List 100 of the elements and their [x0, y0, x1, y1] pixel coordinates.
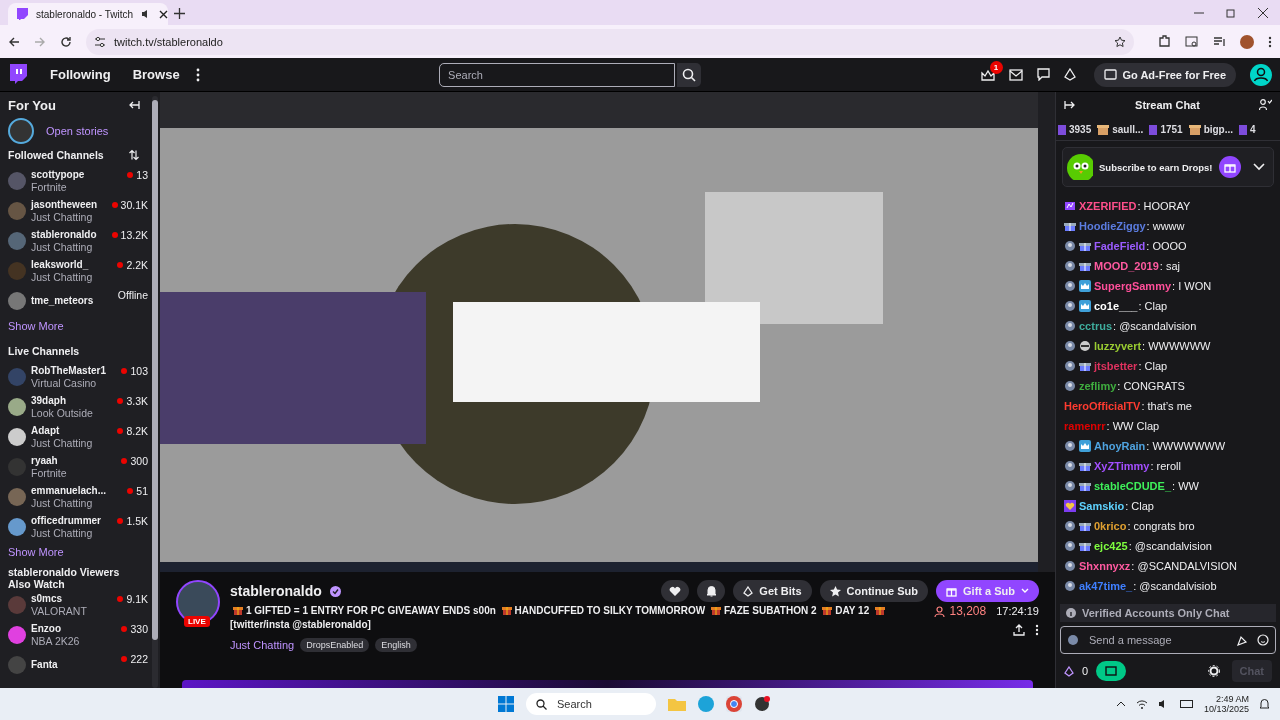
media-icon[interactable]: [1213, 35, 1226, 48]
nav-link[interactable]: Browse: [132, 67, 180, 82]
close-icon[interactable]: [1258, 7, 1268, 18]
channel-name[interactable]: officedrummer: [31, 515, 101, 527]
chat-username[interactable]: MOOD_2019: [1094, 260, 1159, 272]
channel-name[interactable]: emmanuelach...: [31, 485, 107, 497]
streamer-name[interactable]: stableronaldo: [230, 583, 322, 599]
leaderboard-name[interactable]: bigp...: [1203, 123, 1234, 135]
tag-chip[interactable]: English: [375, 638, 417, 652]
chevron-down-icon[interactable]: [1252, 163, 1265, 171]
twitch-logo-icon[interactable]: [8, 63, 28, 86]
notifications-button[interactable]: [697, 580, 726, 602]
wifi-icon[interactable]: [1135, 699, 1148, 709]
sort-icon[interactable]: [128, 149, 140, 161]
open-stories-link[interactable]: Open stories: [46, 125, 109, 137]
inbox-icon[interactable]: [1008, 68, 1023, 81]
chat-username[interactable]: ramenrr: [1064, 420, 1106, 432]
ad-free-button[interactable]: Go Ad-Free for Free: [1093, 62, 1236, 87]
back-icon[interactable]: [8, 35, 20, 48]
new-tab-icon[interactable]: [174, 8, 185, 19]
channel-name[interactable]: s0mcs: [31, 593, 63, 605]
channel-avatar[interactable]: [8, 518, 26, 536]
channel-name[interactable]: scottypope: [31, 169, 85, 181]
bits-icon[interactable]: [1063, 68, 1076, 81]
extensions-icon[interactable]: [1158, 35, 1171, 48]
continue-sub-button[interactable]: Continue Sub: [819, 580, 929, 602]
chat-username[interactable]: HoodieZiggy: [1079, 220, 1146, 232]
channel-name[interactable]: tme_meteors: [31, 295, 94, 307]
chat-input-bar[interactable]: Send a message: [1060, 626, 1276, 654]
more-icon[interactable]: [1268, 35, 1272, 48]
show-more-link[interactable]: Show More: [8, 542, 150, 562]
more-icon[interactable]: [195, 67, 200, 82]
channel-name[interactable]: stableronaldo: [31, 229, 97, 241]
chat-username[interactable]: ejc425: [1094, 540, 1128, 552]
chat-username[interactable]: co1e___: [1094, 300, 1138, 312]
channel-name[interactable]: RobTheMaster1: [31, 365, 106, 377]
nav-link[interactable]: Following: [50, 67, 111, 82]
channel-name[interactable]: Enzoo: [31, 623, 61, 635]
settings-icon[interactable]: [1207, 665, 1220, 677]
chat-username[interactable]: FadeField: [1094, 240, 1146, 252]
drops-banner[interactable]: Subscribe to earn Drops!: [1062, 147, 1274, 187]
collapse-icon[interactable]: [128, 100, 140, 110]
emoji-icon[interactable]: [1257, 634, 1269, 646]
chat-bubble-icon[interactable]: [1036, 68, 1050, 81]
browser-tab[interactable]: stableronaldo - Twitch: [8, 3, 168, 25]
chat-username[interactable]: XyZTimmy: [1094, 460, 1150, 472]
chat-username[interactable]: cctrus: [1079, 320, 1113, 332]
profile-avatar[interactable]: [1240, 34, 1254, 49]
chat-username[interactable]: AhoyRain: [1094, 440, 1146, 452]
story-avatar[interactable]: [8, 118, 34, 144]
chrome-icon[interactable]: [726, 696, 742, 712]
channel-name[interactable]: jasontheween: [31, 199, 98, 211]
chat-username[interactable]: 0krico: [1094, 520, 1127, 532]
leaderboard-name[interactable]: saull...: [1112, 123, 1144, 135]
more-icon[interactable]: [1035, 624, 1039, 636]
channel-name[interactable]: leaksworld_: [31, 259, 89, 271]
chat-username[interactable]: luzzyvert: [1094, 340, 1142, 352]
search-field[interactable]: Search: [439, 62, 676, 87]
crown-icon[interactable]: [980, 68, 995, 81]
channel-name[interactable]: Adapt: [31, 425, 60, 437]
taskbar-search-bar[interactable]: Search: [526, 693, 656, 715]
taskbar-search[interactable]: Search: [555, 697, 639, 711]
chat-username[interactable]: HeroOfficialTV: [1064, 400, 1141, 412]
restore-icon[interactable]: [1226, 7, 1236, 18]
chat-username[interactable]: SupergSammy: [1094, 280, 1172, 292]
user-avatar-icon[interactable]: [1250, 63, 1272, 86]
reload-icon[interactable]: [60, 35, 72, 48]
channel-name[interactable]: ryaah: [31, 455, 58, 467]
channel-avatar[interactable]: [8, 398, 26, 416]
channel-name[interactable]: 39daph: [31, 395, 66, 407]
channel-avatar[interactable]: [8, 626, 26, 644]
chat-username[interactable]: Samskio: [1079, 500, 1125, 512]
collapse-icon[interactable]: [1064, 100, 1076, 110]
category-link[interactable]: Just Chatting: [230, 639, 295, 651]
chat-username[interactable]: Shxnnyxz: [1079, 560, 1131, 572]
channel-avatar[interactable]: [8, 428, 26, 446]
chat-username[interactable]: jtsbetter: [1094, 360, 1138, 372]
chat-username[interactable]: XZERIFIED: [1079, 200, 1137, 212]
channel-name[interactable]: Fanta: [31, 659, 58, 671]
site-settings-icon[interactable]: [94, 35, 106, 48]
app-icon[interactable]: [754, 696, 770, 712]
tag-chip[interactable]: DropsEnabled: [300, 638, 370, 652]
screen-search-icon[interactable]: [1185, 35, 1199, 48]
chat-username[interactable]: ak47time_: [1079, 580, 1133, 592]
close-icon[interactable]: [159, 9, 169, 19]
search-button[interactable]: [677, 62, 702, 87]
show-more-link[interactable]: Show More: [8, 316, 150, 336]
share-icon[interactable]: [1013, 624, 1025, 636]
get-bits-button[interactable]: Get Bits: [733, 580, 812, 602]
start-icon[interactable]: [498, 696, 514, 712]
chat-username[interactable]: stableCDUDE_: [1094, 480, 1172, 492]
chevron-up-icon[interactable]: [1115, 701, 1126, 707]
chat-input[interactable]: Send a message: [1087, 633, 1229, 647]
star-icon[interactable]: [1114, 35, 1126, 48]
gift-sub-button[interactable]: Gift a Sub: [936, 580, 1039, 602]
follow-button[interactable]: [661, 580, 690, 602]
gift-button[interactable]: [1218, 156, 1241, 178]
address-bar[interactable]: twitch.tv/stableronaldo: [86, 28, 1134, 55]
battery-icon[interactable]: [1179, 700, 1194, 708]
chat-username[interactable]: zeflimy: [1079, 380, 1117, 392]
